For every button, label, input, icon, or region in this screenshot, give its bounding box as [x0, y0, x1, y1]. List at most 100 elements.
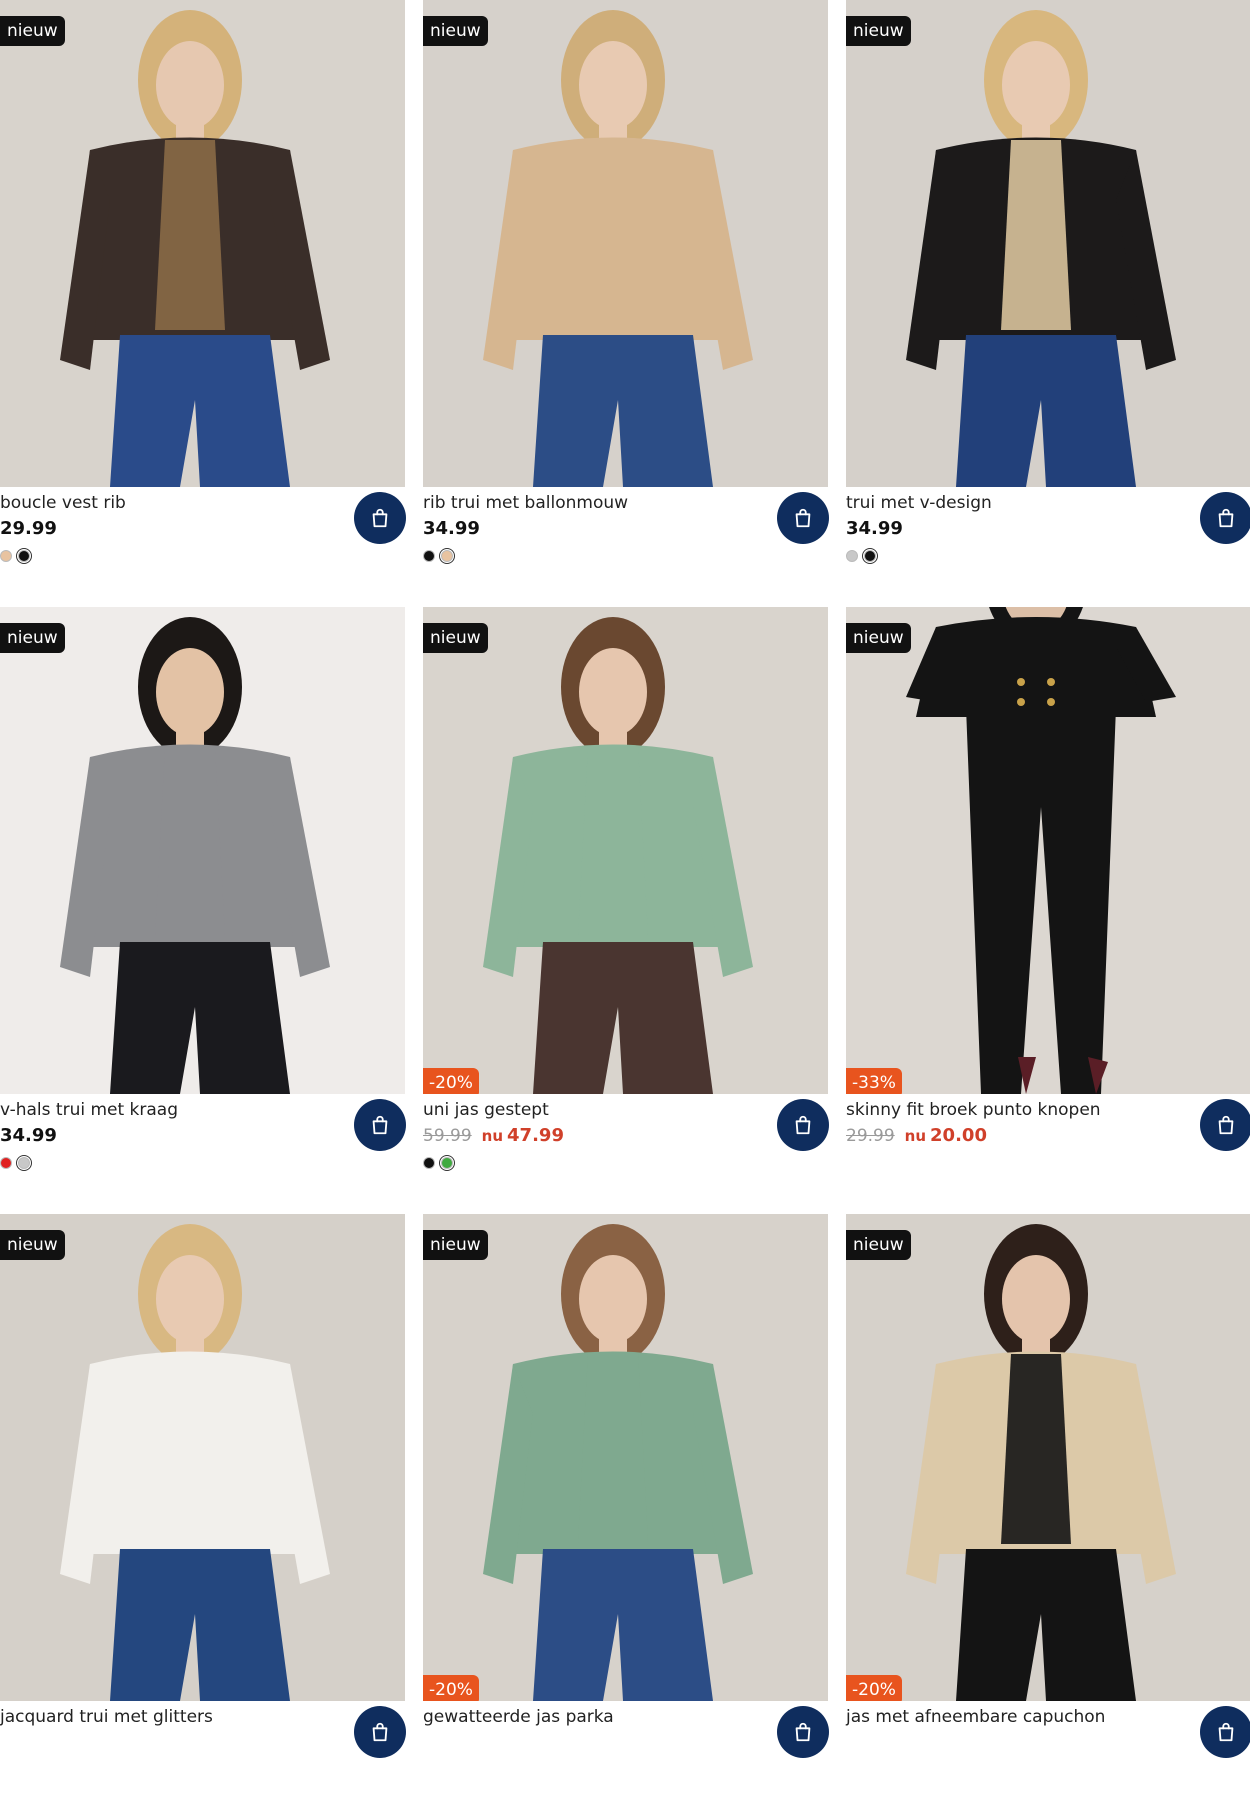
add-to-cart-button[interactable] [354, 1099, 406, 1151]
product-image [846, 607, 1250, 1094]
sale-price: 20.00 [930, 1125, 987, 1146]
product-title[interactable]: skinny fit broek punto knopen [846, 1099, 1250, 1121]
color-swatches [846, 550, 1250, 566]
new-badge: nieuw [423, 16, 488, 46]
shopping-bag-icon [369, 1114, 391, 1136]
price-row: 59.99 nu 47.99 [423, 1125, 828, 1149]
product-image [423, 0, 828, 487]
add-to-cart-button[interactable] [777, 1099, 829, 1151]
product-price: 29.99 [0, 518, 57, 539]
shopping-bag-icon [792, 1721, 814, 1743]
discount-badge: -20% [423, 1675, 479, 1701]
new-badge: nieuw [846, 1230, 911, 1260]
sale-price: 47.99 [507, 1125, 564, 1146]
color-swatches [423, 1157, 828, 1173]
add-to-cart-button[interactable] [1200, 492, 1250, 544]
shopping-bag-icon [1215, 1114, 1237, 1136]
product-info: rib trui met ballonmouw 34.99 [423, 492, 828, 566]
shopping-bag-icon [792, 507, 814, 529]
product-image [0, 607, 405, 1094]
product-photo[interactable]: nieuw -20% [423, 607, 828, 1094]
color-swatch[interactable] [441, 1157, 453, 1169]
product-photo[interactable]: nieuw [0, 1214, 405, 1701]
product-title[interactable]: uni jas gestept [423, 1099, 828, 1121]
product-title[interactable]: v-hals trui met kraag [0, 1099, 405, 1121]
add-to-cart-button[interactable] [777, 492, 829, 544]
add-to-cart-button[interactable] [354, 1706, 406, 1758]
product-price: 34.99 [846, 518, 903, 539]
price-row: 29.99 nu 20.00 [846, 1125, 1250, 1149]
product-image [846, 1214, 1250, 1701]
product-card[interactable]: nieuw -20% uni jas gestept 59.99 nu 47.99 [423, 607, 829, 1197]
shopping-bag-icon [1215, 1721, 1237, 1743]
color-swatch[interactable] [441, 550, 453, 562]
product-title[interactable]: boucle vest rib [0, 492, 405, 514]
product-title[interactable]: trui met v-design [846, 492, 1250, 514]
color-swatch[interactable] [0, 550, 12, 562]
add-to-cart-button[interactable] [1200, 1706, 1250, 1758]
product-card[interactable]: nieuw rib trui met ballonmouw 34.99 [423, 0, 829, 590]
product-photo[interactable]: nieuw [846, 0, 1250, 487]
product-info: gewatteerde jas parka [423, 1706, 828, 1728]
product-info: jas met afneembare capuchon [846, 1706, 1250, 1728]
product-info: skinny fit broek punto knopen 29.99 nu 20.0… [846, 1099, 1250, 1149]
color-swatch[interactable] [18, 1157, 30, 1169]
product-card[interactable]: nieuw -33% skinny fit broek punto knopen 2… [846, 607, 1250, 1197]
product-price: 34.99 [0, 1125, 57, 1146]
add-to-cart-button[interactable] [777, 1706, 829, 1758]
product-info: boucle vest rib 29.99 [0, 492, 405, 566]
color-swatches [0, 550, 405, 566]
now-label: nu [904, 1127, 927, 1145]
product-card[interactable]: nieuw boucle vest rib 29.99 [0, 0, 406, 590]
product-title[interactable]: jas met afneembare capuchon [846, 1706, 1250, 1728]
product-image [423, 607, 828, 1094]
shopping-bag-icon [369, 1721, 391, 1743]
product-grid: nieuw boucle vest rib 29.99 nieuw rib tru… [0, 0, 1250, 1758]
product-image [846, 0, 1250, 487]
new-badge: nieuw [0, 623, 65, 653]
product-info: trui met v-design 34.99 [846, 492, 1250, 566]
color-swatches [0, 1157, 405, 1173]
color-swatch[interactable] [423, 550, 435, 562]
price-row: 34.99 [846, 518, 1250, 542]
product-title[interactable]: jacquard trui met glitters [0, 1706, 405, 1728]
new-badge: nieuw [423, 1230, 488, 1260]
product-card[interactable]: nieuw v-hals trui met kraag 34.99 [0, 607, 406, 1197]
add-to-cart-button[interactable] [354, 492, 406, 544]
color-swatch[interactable] [846, 550, 858, 562]
product-title[interactable]: rib trui met ballonmouw [423, 492, 828, 514]
product-info: v-hals trui met kraag 34.99 [0, 1099, 405, 1173]
new-badge: nieuw [846, 623, 911, 653]
new-badge: nieuw [846, 16, 911, 46]
shopping-bag-icon [369, 507, 391, 529]
old-price: 29.99 [846, 1126, 895, 1146]
product-photo[interactable]: nieuw [0, 607, 405, 1094]
now-label: nu [481, 1127, 504, 1145]
product-card[interactable]: nieuw trui met v-design 34.99 [846, 0, 1250, 590]
price-row: 34.99 [0, 1125, 405, 1149]
old-price: 59.99 [423, 1126, 472, 1146]
product-image [0, 1214, 405, 1701]
product-card[interactable]: nieuw jacquard trui met glitters [0, 1214, 406, 1804]
color-swatch[interactable] [864, 550, 876, 562]
price-row: 29.99 [0, 518, 405, 542]
product-photo[interactable]: nieuw [0, 0, 405, 487]
product-title[interactable]: gewatteerde jas parka [423, 1706, 828, 1728]
color-swatch[interactable] [423, 1157, 435, 1169]
shopping-bag-icon [1215, 507, 1237, 529]
product-photo[interactable]: nieuw -20% [423, 1214, 828, 1701]
product-price: 34.99 [423, 518, 480, 539]
product-photo[interactable]: nieuw -20% [846, 1214, 1250, 1701]
product-card[interactable]: nieuw -20% jas met afneembare capuchon [846, 1214, 1250, 1804]
color-swatches [423, 550, 828, 566]
product-photo[interactable]: nieuw -33% [846, 607, 1250, 1094]
add-to-cart-button[interactable] [1200, 1099, 1250, 1151]
color-swatch[interactable] [0, 1157, 12, 1169]
product-photo[interactable]: nieuw [423, 0, 828, 487]
new-badge: nieuw [423, 623, 488, 653]
product-card[interactable]: nieuw -20% gewatteerde jas parka [423, 1214, 829, 1804]
color-swatch[interactable] [18, 550, 30, 562]
discount-badge: -33% [846, 1068, 902, 1094]
new-badge: nieuw [0, 16, 65, 46]
discount-badge: -20% [423, 1068, 479, 1094]
